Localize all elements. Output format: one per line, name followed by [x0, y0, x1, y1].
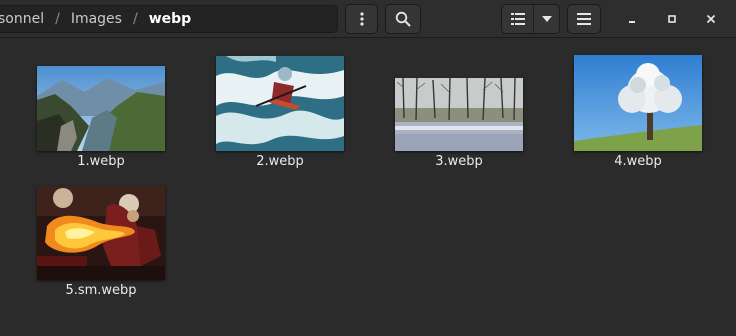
view-mode-group — [501, 4, 560, 34]
more-options-button[interactable] — [345, 4, 378, 34]
minimize-button[interactable] — [622, 9, 642, 29]
breadcrumb-segment-webp[interactable]: webp — [147, 11, 193, 27]
close-button[interactable] — [701, 9, 721, 29]
mountain-landscape-thumbnail — [37, 66, 165, 151]
triangle-down-icon — [541, 16, 552, 22]
file-name: 2.webp — [256, 154, 304, 169]
file-item[interactable]: 4.webp — [563, 55, 713, 169]
main-menu-button[interactable] — [567, 4, 601, 34]
breadcrumb-segment-images[interactable]: Images — [69, 11, 124, 27]
minimize-icon — [629, 21, 635, 23]
winter-park-thumbnail — [395, 78, 523, 151]
file-grid: 1.webp 2.webp 3.webp 4.webp 5.sm.webp — [0, 38, 736, 336]
breadcrumb: sonnel / Images / webp — [0, 5, 338, 33]
whitewater-kayak-thumbnail — [216, 56, 344, 151]
header-bar: sonnel / Images / webp — [0, 0, 736, 38]
file-item[interactable]: 5.sm.webp — [26, 186, 176, 298]
file-item[interactable]: 1.webp — [26, 66, 176, 169]
file-name: 4.webp — [614, 154, 662, 169]
file-name: 3.webp — [435, 154, 483, 169]
list-view-icon — [510, 13, 525, 25]
blossom-tree-thumbnail — [574, 55, 702, 151]
file-item[interactable]: 3.webp — [384, 78, 534, 169]
close-icon — [706, 14, 716, 24]
breadcrumb-segment-home[interactable]: sonnel — [0, 11, 46, 27]
file-name: 1.webp — [77, 154, 125, 169]
search-icon — [395, 11, 411, 27]
breadcrumb-separator: / — [55, 11, 60, 27]
vertical-dots-icon — [359, 12, 364, 26]
view-options-dropdown-button[interactable] — [534, 5, 559, 33]
file-item[interactable]: 2.webp — [205, 56, 355, 169]
breadcrumb-separator: / — [132, 11, 138, 27]
file-manager-window: sonnel / Images / webp 1.webp 2.webp 3.w… — [0, 0, 736, 336]
hamburger-icon — [577, 13, 591, 25]
search-button[interactable] — [385, 4, 421, 34]
maximize-button[interactable] — [662, 9, 682, 29]
fire-breather-thumbnail — [37, 186, 165, 280]
file-name: 5.sm.webp — [65, 283, 137, 298]
maximize-icon — [668, 15, 676, 23]
list-view-button[interactable] — [502, 5, 534, 33]
